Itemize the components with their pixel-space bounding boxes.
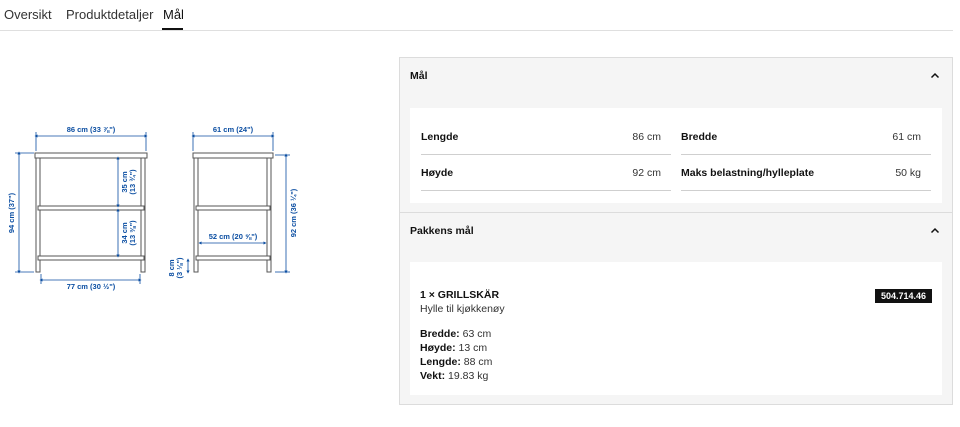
package-item-description: Hylle til kjøkkenøy xyxy=(420,303,505,315)
front-width-label: 86 cm (33 ⅞") xyxy=(67,125,116,134)
tab-bar: Oversikt Produktdetaljer Mål xyxy=(0,0,953,31)
package-line-length: Lengde: 88 cm xyxy=(420,356,493,368)
dim-value-lengde: 86 cm xyxy=(632,131,661,143)
row-divider xyxy=(681,154,931,155)
row-divider xyxy=(421,154,671,155)
dimensions-panel: Mål Lengde 86 cm Bredde 61 cm Høyde 92 c… xyxy=(399,57,953,405)
side-view xyxy=(192,152,274,273)
inner-width-label: 77 cm (30 ½") xyxy=(67,282,116,291)
total-height-label: 94 cm (37") xyxy=(7,192,16,233)
dim-value-bredde: 61 cm xyxy=(892,131,921,143)
tab-oversikt[interactable]: Oversikt xyxy=(4,7,52,22)
package-line-width: Bredde: 63 cm xyxy=(420,328,492,340)
dim-value-hoyde: 92 cm xyxy=(632,167,661,179)
package-section-header[interactable]: Pakkens mål xyxy=(400,213,952,250)
dim-label-hoyde: Høyde xyxy=(421,167,454,179)
chevron-up-icon xyxy=(930,72,940,79)
row-divider xyxy=(421,190,671,191)
dim-value-maks-belastning: 50 kg xyxy=(895,167,921,179)
active-tab-indicator xyxy=(162,28,183,30)
package-section-title: Pakkens mål xyxy=(410,225,474,237)
dimension-drawing: 86 cm (33 ⅞") 77 cm (30 ½") 94 cm (37") … xyxy=(7,125,298,291)
dim-label-maks-belastning: Maks belastning/hylleplate xyxy=(681,167,815,179)
package-line-height: Høyde: 13 cm xyxy=(420,342,488,354)
article-number-badge: 504.714.46 xyxy=(874,289,932,303)
tab-produktdetaljer[interactable]: Produktdetaljer xyxy=(66,7,153,22)
chevron-up-icon xyxy=(930,227,940,234)
dim-label-lengde: Lengde xyxy=(421,131,459,143)
package-item-title: 1 × GRILLSKÄR xyxy=(420,289,500,301)
shelf-gap-upper-inch-label: (13 ¾") xyxy=(128,169,137,195)
side-depth-label: 61 cm (24") xyxy=(213,125,254,134)
row-divider xyxy=(681,190,931,191)
package-line-weight: Vekt: 19.83 kg xyxy=(420,370,489,382)
dimensions-section-title: Mål xyxy=(410,70,428,82)
side-height-label: 92 cm (36 ¼") xyxy=(289,188,298,237)
dimensions-section-header[interactable]: Mål xyxy=(400,58,952,95)
dim-label-bredde: Bredde xyxy=(681,131,718,143)
tab-maal[interactable]: Mål xyxy=(163,7,184,22)
dimensions-card: Lengde 86 cm Bredde 61 cm Høyde 92 cm Ma… xyxy=(410,108,942,203)
shelf-gap-lower-inch-label: (13 ⅜") xyxy=(128,220,137,246)
foot-height-inch-label: (3 ⅛") xyxy=(175,257,184,279)
package-card: 1 × GRILLSKÄR Hylle til kjøkkenøy 504.71… xyxy=(410,262,942,395)
side-inner-depth-label: 52 cm (20 ⅝") xyxy=(209,232,258,241)
